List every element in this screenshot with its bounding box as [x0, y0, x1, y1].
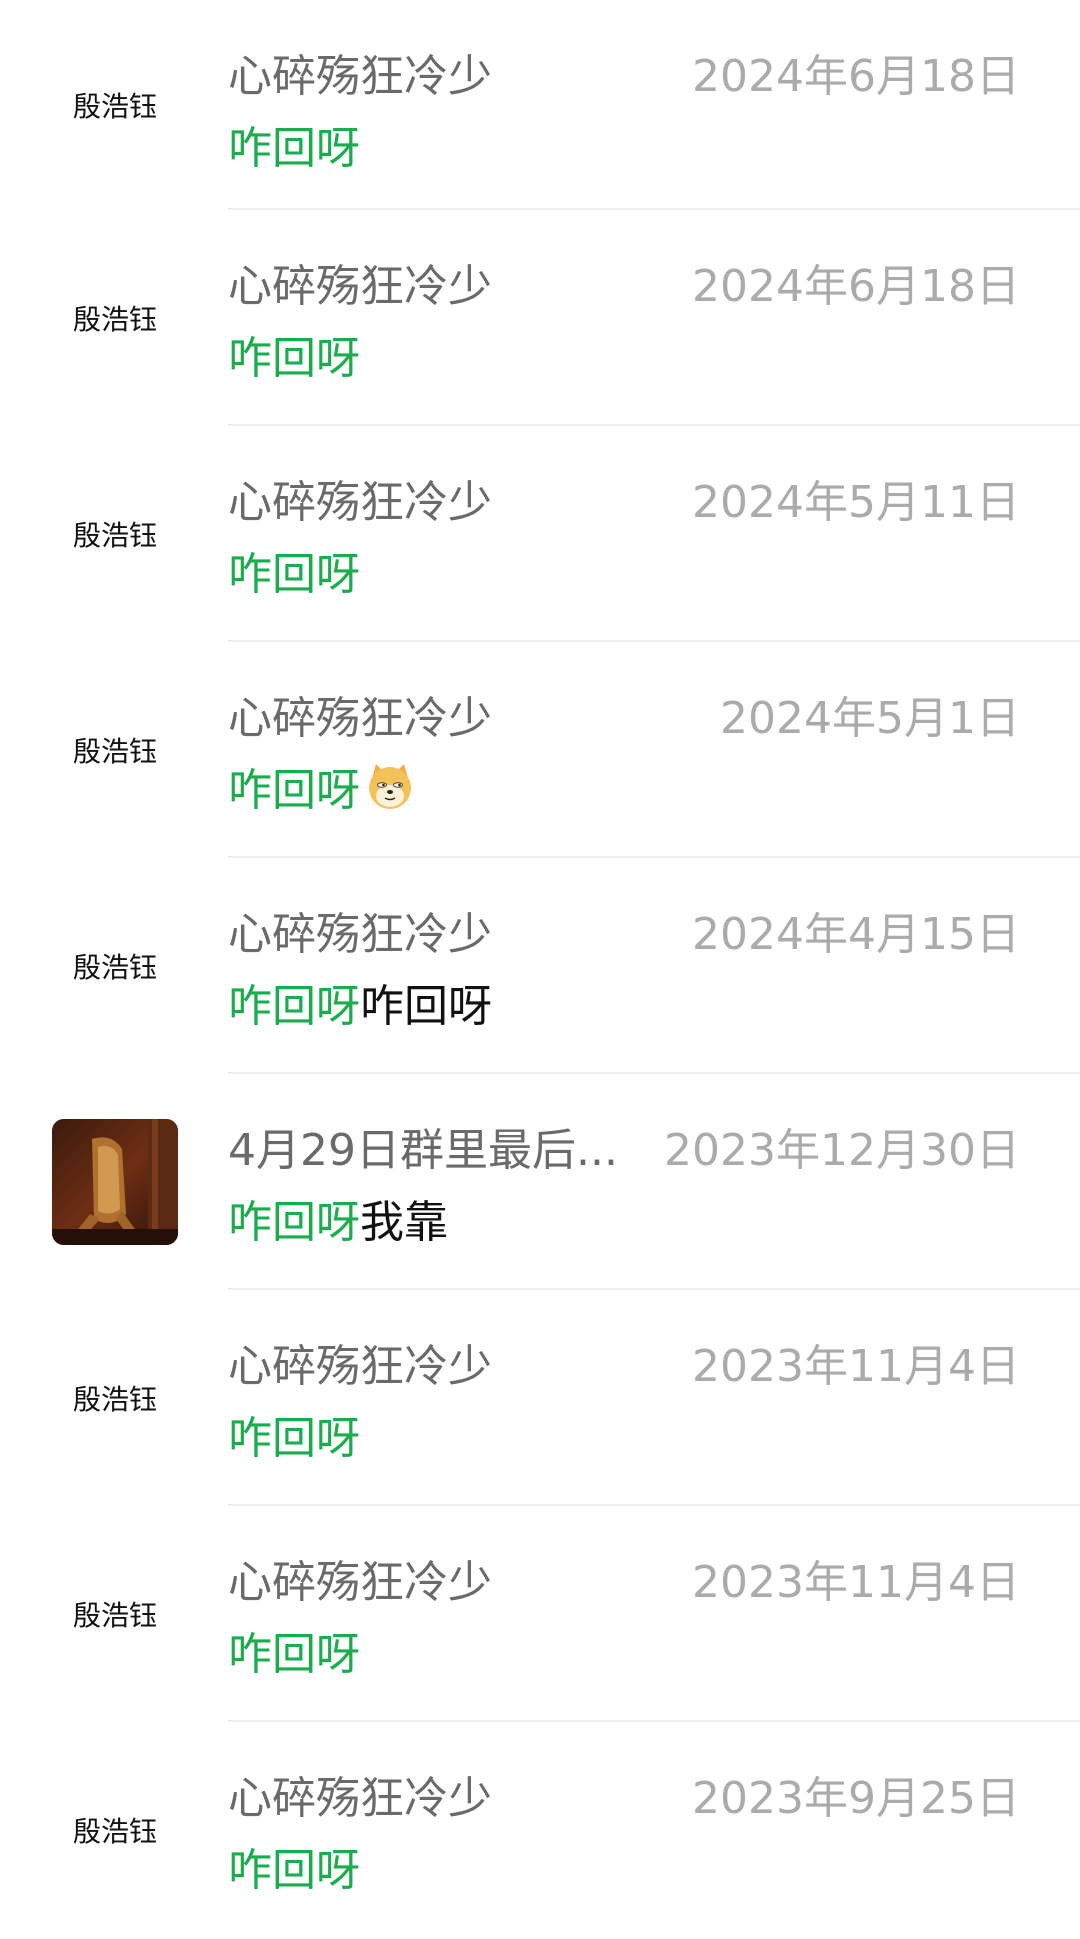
highlighted-keyword: 咋回呀 [228, 1413, 360, 1464]
chat-name: 心碎殇狂冷少 [228, 477, 492, 528]
chat-name: 心碎殇狂冷少 [228, 1341, 492, 1392]
avatar-label: 殷浩钰 [72, 735, 157, 768]
chat-name: 4月29日群里最后... [228, 1125, 618, 1176]
list-item[interactable]: 殷浩钰 心碎殇狂冷少 2024年4月15日 咋回呀 咋回呀 [0, 858, 1080, 1074]
highlighted-keyword: 咋回呀 [228, 1197, 360, 1248]
message-date: 2023年11月4日 [692, 1341, 1020, 1392]
message-date: 2023年12月30日 [664, 1125, 1020, 1176]
message-date: 2024年4月15日 [692, 909, 1020, 960]
chat-name: 心碎殇狂冷少 [228, 1773, 492, 1824]
message-preview: 咋回呀 我靠 [228, 1186, 448, 1250]
message-preview: 咋回呀 [228, 1402, 360, 1466]
highlighted-keyword: 咋回呀 [228, 1845, 360, 1896]
message-preview: 咋回呀 [228, 322, 360, 386]
highlighted-keyword: 咋回呀 [228, 765, 360, 816]
avatar-label: 殷浩钰 [72, 303, 157, 336]
avatar-label: 殷浩钰 [72, 1815, 157, 1848]
message-date: 2023年11月4日 [692, 1557, 1020, 1608]
message-date: 2024年5月1日 [720, 693, 1020, 744]
avatar[interactable]: 殷浩钰 [52, 42, 178, 168]
avatar[interactable]: 殷浩钰 [52, 1335, 178, 1461]
avatar[interactable]: 殷浩钰 [52, 687, 178, 813]
list-item[interactable]: 殷浩钰 心碎殇狂冷少 2024年6月18日 咋回呀 [0, 210, 1080, 426]
highlighted-keyword: 咋回呀 [228, 123, 360, 174]
message-preview: 咋回呀 [228, 754, 416, 818]
list-item[interactable]: 殷浩钰 心碎殇狂冷少 2024年5月11日 咋回呀 [0, 426, 1080, 642]
highlighted-keyword: 咋回呀 [228, 333, 360, 384]
list-item[interactable]: 殷浩钰 心碎殇狂冷少 2023年11月4日 咋回呀 [0, 1290, 1080, 1506]
highlighted-keyword: 咋回呀 [228, 981, 360, 1032]
avatar[interactable]: 殷浩钰 [52, 903, 178, 1029]
avatar-label: 殷浩钰 [72, 1599, 157, 1632]
avatar[interactable]: 殷浩钰 [52, 255, 178, 381]
list-item[interactable]: 殷浩钰 心碎殇狂冷少 2024年5月1日 咋回呀 [0, 642, 1080, 858]
list-item[interactable]: 殷浩钰 心碎殇狂冷少 2023年9月25日 咋回呀 [0, 1722, 1080, 1938]
avatar-label: 殷浩钰 [72, 90, 157, 123]
list-item[interactable]: 殷浩钰 心碎殇狂冷少 2024年6月18日 咋回呀 [0, 0, 1080, 210]
avatar-label: 殷浩钰 [72, 951, 157, 984]
chat-name: 心碎殇狂冷少 [228, 51, 492, 102]
message-preview: 咋回呀 [228, 112, 360, 176]
list-item[interactable]: 4月29日群里最后... 2023年12月30日 咋回呀 我靠 [0, 1074, 1080, 1290]
message-rest: 咋回呀 [360, 981, 492, 1032]
chat-name: 心碎殇狂冷少 [228, 261, 492, 312]
avatar[interactable]: 殷浩钰 [52, 1767, 178, 1893]
message-date: 2024年6月18日 [692, 261, 1020, 312]
message-preview: 咋回呀 [228, 1834, 360, 1898]
chat-name: 心碎殇狂冷少 [228, 1557, 492, 1608]
message-date: 2023年9月25日 [692, 1773, 1020, 1824]
message-preview: 咋回呀 [228, 538, 360, 602]
avatar[interactable] [52, 1119, 178, 1245]
message-date: 2024年6月18日 [692, 51, 1020, 102]
message-preview: 咋回呀 咋回呀 [228, 970, 492, 1034]
highlighted-keyword: 咋回呀 [228, 1629, 360, 1680]
avatar[interactable]: 殷浩钰 [52, 471, 178, 597]
search-results-list: 殷浩钰 心碎殇狂冷少 2024年6月18日 咋回呀 殷浩钰 心碎殇狂冷少 202… [0, 0, 1080, 1938]
list-item[interactable]: 殷浩钰 心碎殇狂冷少 2023年11月4日 咋回呀 [0, 1506, 1080, 1722]
avatar-label: 殷浩钰 [72, 519, 157, 552]
doge-emoji-icon [369, 764, 411, 809]
chat-name: 心碎殇狂冷少 [228, 909, 492, 960]
highlighted-keyword: 咋回呀 [228, 549, 360, 600]
message-preview: 咋回呀 [228, 1618, 360, 1682]
message-date: 2024年5月11日 [692, 477, 1020, 528]
message-rest: 我靠 [360, 1197, 448, 1248]
avatar[interactable]: 殷浩钰 [52, 1551, 178, 1677]
avatar-label: 殷浩钰 [72, 1383, 157, 1416]
painting-chair-image [52, 1119, 178, 1245]
chat-name: 心碎殇狂冷少 [228, 693, 492, 744]
